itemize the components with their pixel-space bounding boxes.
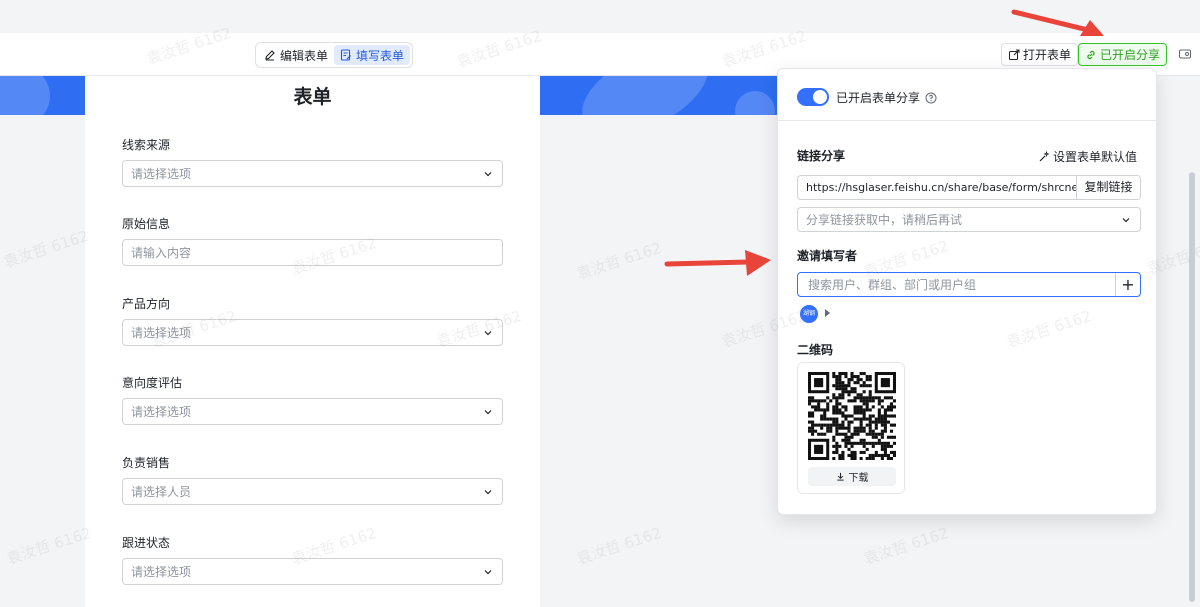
- form-field-intent-assessment: 意向度评估 请选择选项: [122, 374, 503, 425]
- field-placeholder: 请输入内容: [131, 246, 192, 260]
- field-label: 意向度评估: [122, 376, 183, 390]
- popover-divider: [778, 120, 1156, 121]
- form-field-original-info: 原始信息 请输入内容: [122, 215, 503, 266]
- chevron-down-icon: [484, 569, 492, 574]
- watermark: 袁汝哲 6162: [4, 523, 94, 569]
- copy-link-button[interactable]: 复制链接: [1076, 176, 1140, 199]
- share-link-url[interactable]: https://hsglaser.feishu.cn/share/base/fo…: [798, 176, 1076, 199]
- help-icon[interactable]: [925, 92, 937, 104]
- set-default-values-link[interactable]: 设置表单默认值: [1038, 148, 1137, 165]
- watermark: 袁汝哲 6162: [574, 523, 664, 569]
- permission-placeholder: 分享链接获取中，请稍后再试: [806, 213, 963, 227]
- follow-status-select[interactable]: 请选择选项: [122, 558, 503, 585]
- open-form-button[interactable]: 打开表单: [1001, 43, 1079, 66]
- share-enabled-button[interactable]: 已开启分享: [1078, 43, 1168, 66]
- form-share-toggle-label: 已开启表单分享: [836, 89, 937, 106]
- form-field-sales-owner: 负责销售 请选择人员: [122, 454, 503, 505]
- form-field-product-direction: 产品方向 请选择选项: [122, 295, 503, 346]
- link-icon: [1087, 50, 1095, 59]
- invite-fillers-title: 邀请填写者: [797, 249, 858, 263]
- qr-code-card: 下载: [797, 362, 905, 494]
- annotation-arrow-invite: [664, 250, 771, 276]
- toggle-label-text: 已开启表单分享: [836, 91, 921, 105]
- caret-right-icon[interactable]: [825, 309, 830, 317]
- share-link-row: https://hsglaser.feishu.cn/share/base/fo…: [797, 175, 1141, 200]
- form-mode-switch: 编辑表单 填写表单: [255, 42, 414, 68]
- invite-search-row: +: [797, 272, 1141, 297]
- share-settings-popover: 已开启表单分享 链接分享 设置表单默认值 https://hsglaser.fe…: [777, 68, 1157, 515]
- page-scrollbar[interactable]: [1189, 172, 1195, 602]
- link-share-title: 链接分享: [797, 149, 846, 163]
- original-info-input[interactable]: 请输入内容: [122, 239, 503, 266]
- external-link-icon: [1009, 49, 1020, 60]
- chevron-down-icon: [484, 489, 492, 494]
- sales-owner-select[interactable]: 请选择人员: [122, 478, 503, 505]
- form-title: 表单: [293, 86, 332, 108]
- watermark: 袁汝哲 6162: [861, 523, 951, 569]
- field-placeholder: 请选择选项: [131, 565, 192, 579]
- edit-pencil-icon: [265, 50, 275, 61]
- lead-source-select[interactable]: 请选择选项: [122, 160, 503, 187]
- field-label: 产品方向: [122, 297, 171, 311]
- open-form-label: 打开表单: [1023, 48, 1072, 62]
- chevron-down-icon: [484, 409, 492, 414]
- field-label: 跟进状态: [122, 536, 171, 550]
- more-settings-icon[interactable]: [1178, 47, 1192, 61]
- form-field-follow-status: 跟进状态 请选择选项: [122, 534, 503, 585]
- fill-form-icon: [340, 49, 351, 61]
- product-direction-select[interactable]: 请选择选项: [122, 319, 503, 346]
- plus-icon: +: [1121, 275, 1135, 294]
- toggle-knob: [813, 90, 827, 104]
- link-permission-select[interactable]: 分享链接获取中，请稍后再试: [797, 207, 1141, 232]
- field-label: 线索来源: [122, 138, 171, 152]
- field-label: 负责销售: [122, 456, 171, 470]
- form-banner-left: [0, 76, 85, 115]
- download-qr-button[interactable]: 下载: [808, 467, 896, 486]
- watermark: 袁汝哲 6162: [574, 238, 664, 284]
- chevron-down-icon: [1122, 217, 1130, 222]
- edit-form-label: 编辑表单: [280, 48, 329, 63]
- edit-form-button[interactable]: 编辑表单: [258, 45, 334, 65]
- share-enabled-label: 已开启分享: [1100, 48, 1161, 62]
- field-placeholder: 请选择人员: [131, 485, 192, 499]
- field-placeholder: 请选择选项: [131, 167, 192, 181]
- field-label: 原始信息: [122, 217, 171, 231]
- download-icon: [836, 472, 844, 481]
- form-share-toggle[interactable]: [797, 88, 829, 106]
- fill-form-button[interactable]: 填写表单: [334, 45, 411, 65]
- fill-form-label: 填写表单: [356, 48, 405, 63]
- intent-assessment-select[interactable]: 请选择选项: [122, 398, 503, 425]
- form-field-lead-source: 线索来源 请选择选项: [122, 136, 503, 187]
- form-banner-right: [540, 76, 780, 115]
- invite-search-input[interactable]: [798, 273, 1115, 296]
- add-invitee-button[interactable]: +: [1115, 273, 1140, 296]
- chevron-down-icon: [484, 330, 492, 335]
- set-default-label: 设置表单默认值: [1052, 150, 1137, 164]
- magic-wand-icon: [1039, 150, 1050, 161]
- download-label: 下载: [848, 473, 869, 484]
- chevron-down-icon: [484, 171, 492, 176]
- field-placeholder: 请选择选项: [131, 405, 192, 419]
- qr-code-title: 二维码: [797, 343, 834, 357]
- qr-code-image: [808, 372, 896, 460]
- annotation-arrow-share: [1011, 9, 1104, 36]
- watermark: 袁汝哲 6162: [1, 226, 91, 272]
- invitee-avatar[interactable]: 湖钢: [800, 305, 818, 323]
- field-placeholder: 请选择选项: [131, 326, 192, 340]
- form-card: 表单 线索来源 请选择选项 原始信息 请输入内容 产品方向 请选择选项 意向度评…: [85, 76, 540, 607]
